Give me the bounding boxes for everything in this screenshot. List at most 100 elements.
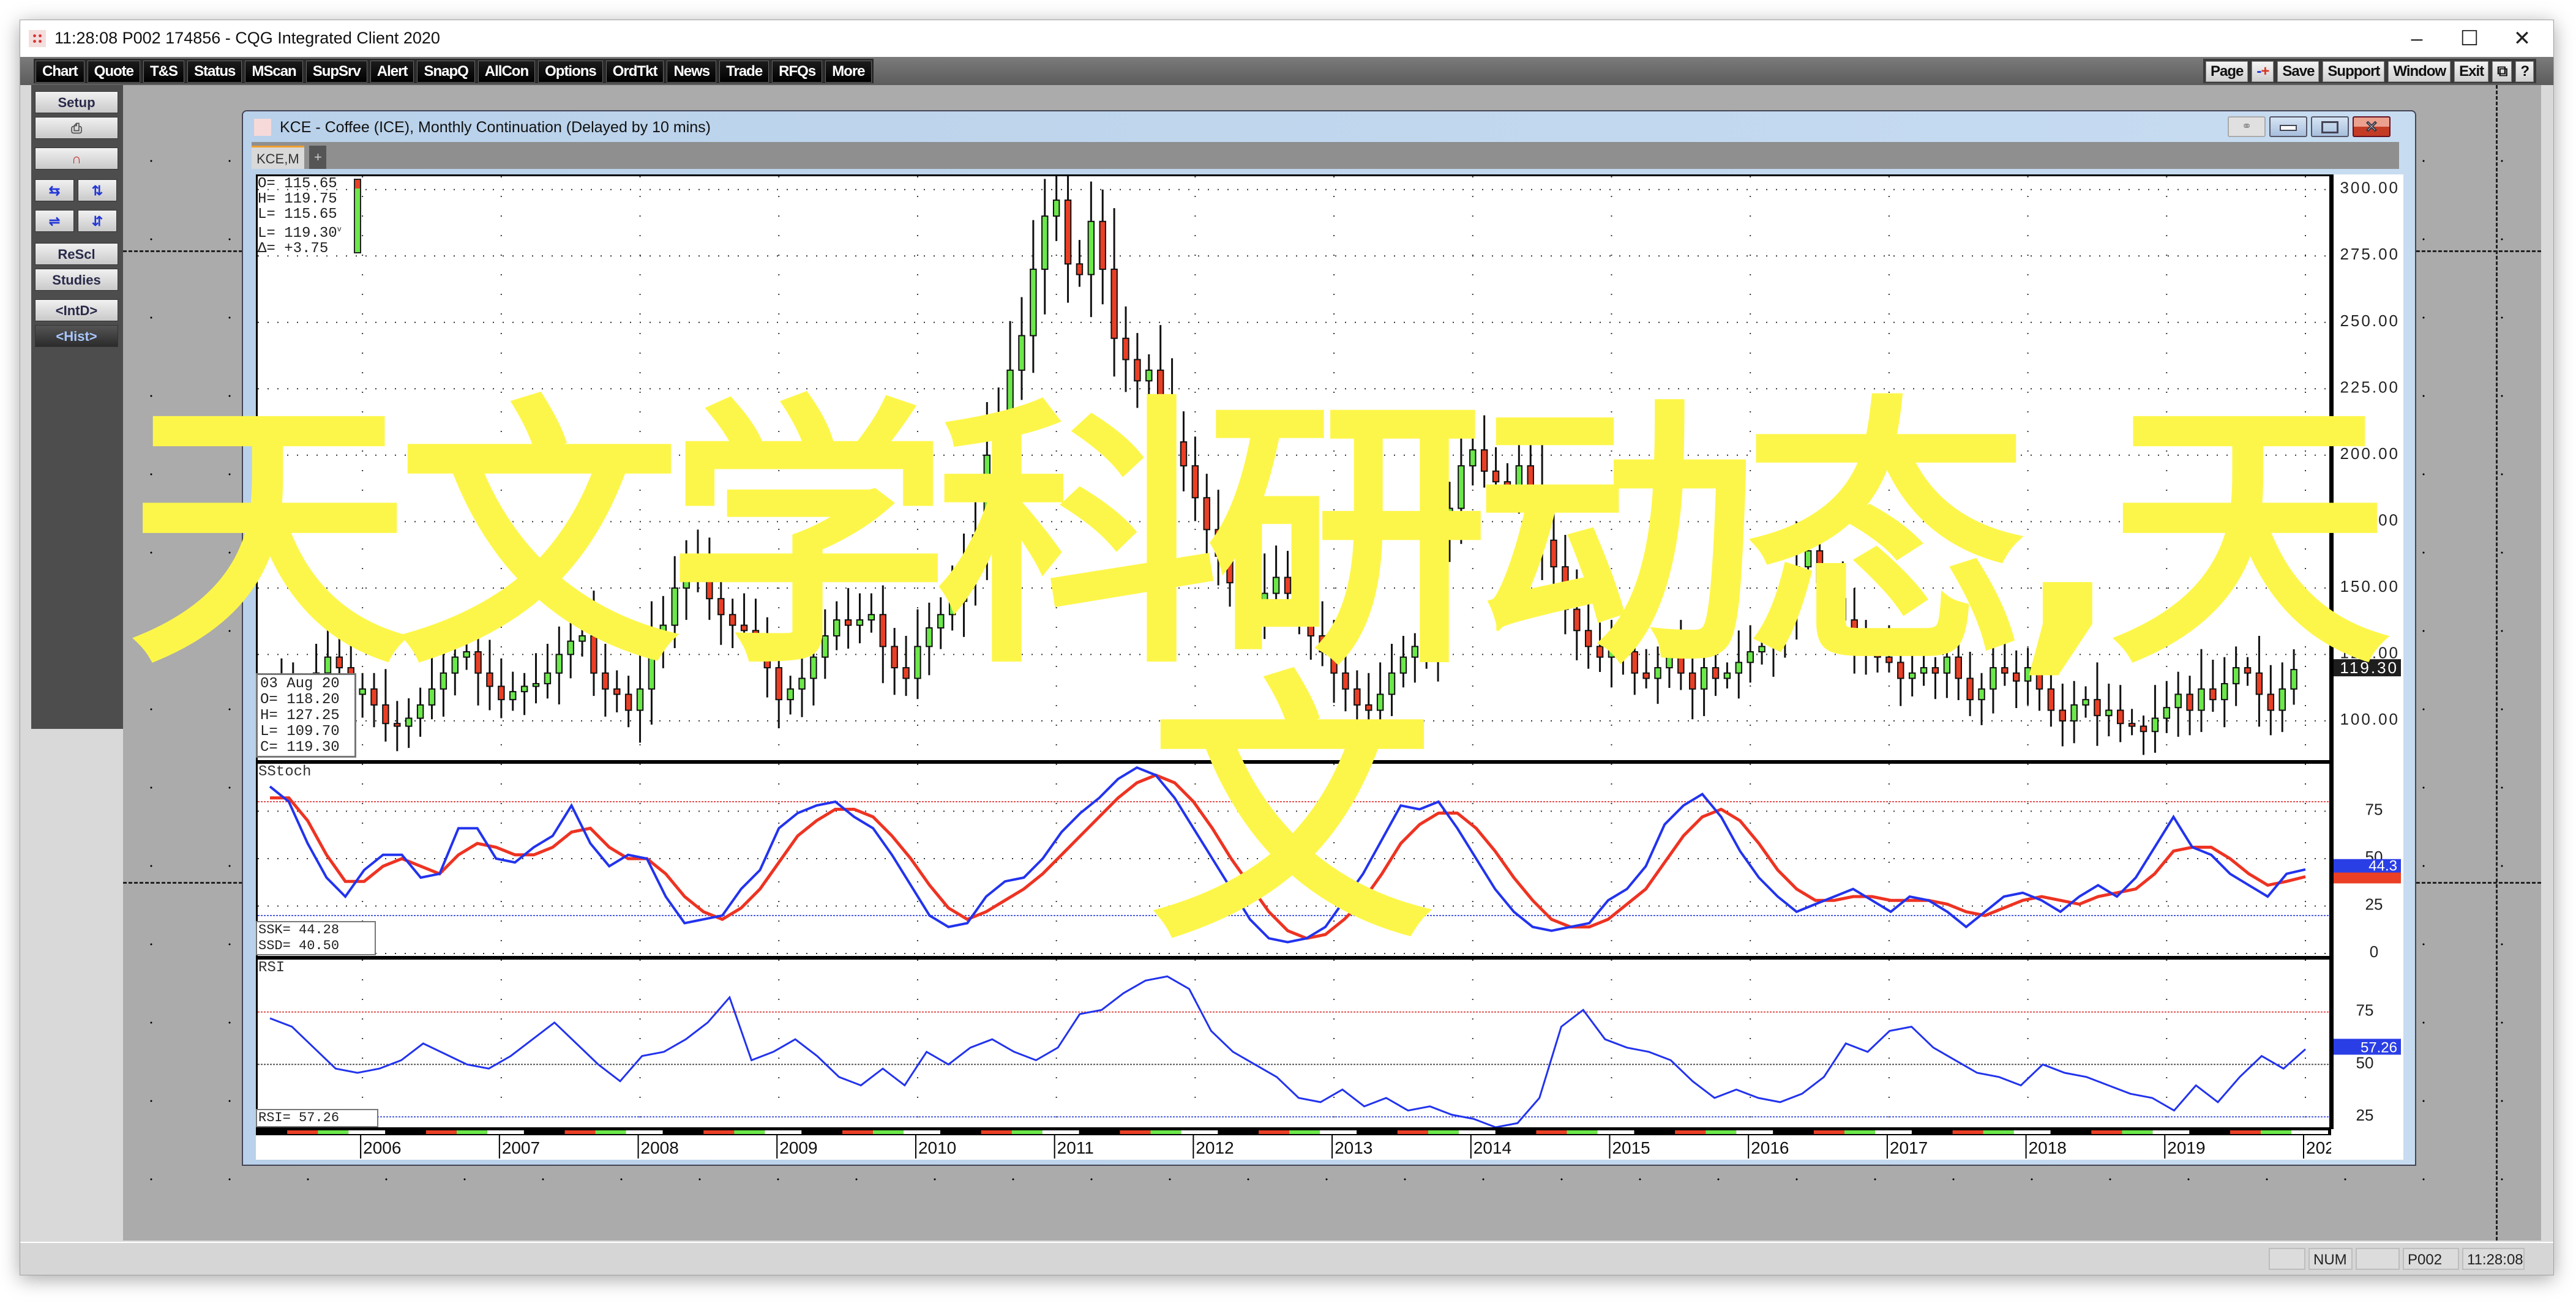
candle — [1203, 474, 1210, 567]
candle — [1804, 524, 1812, 581]
toolbar-more-button[interactable]: More — [825, 61, 872, 83]
date-axis[interactable]: 2006 2007 2008 2009 2010 2011 2012 2013 2014 2015… — [256, 1129, 2344, 1160]
candle — [1688, 641, 1696, 720]
candle — [1284, 551, 1292, 624]
toolbar-status-button[interactable]: Status — [187, 61, 242, 83]
candle-body-up — [2221, 683, 2228, 701]
year-season-red — [1675, 1130, 1706, 1134]
restore-icon[interactable]: ⧉ — [2492, 61, 2512, 82]
candle — [1434, 458, 1442, 682]
candle — [1654, 646, 1661, 704]
candle — [2198, 649, 2205, 733]
date-svg: 2006 2007 2008 2009 2010 2011 2012 2013 2014 2015… — [256, 1129, 2344, 1159]
candle — [902, 635, 910, 696]
candle-body-up — [995, 414, 1002, 456]
toolbar-allcon-button[interactable]: AllCon — [477, 61, 536, 83]
link-button[interactable]: ⚭ — [2228, 116, 2266, 137]
toolbar-mscan-button[interactable]: MScan — [245, 61, 303, 83]
candle-body-up — [1087, 220, 1095, 275]
candle — [648, 601, 656, 725]
toolbar-chart-button[interactable]: Chart — [36, 61, 84, 83]
candle — [1781, 569, 1789, 658]
toolbar-supsrv-button[interactable]: SupSrv — [305, 61, 367, 83]
window-button[interactable]: Window — [2388, 61, 2451, 82]
candle — [555, 626, 563, 704]
rescale-button[interactable]: ReScl — [35, 243, 118, 265]
candle — [1608, 619, 1616, 688]
year-season-green — [595, 1130, 626, 1134]
candle-body-up — [1399, 656, 1407, 674]
zoom-minus-plus-button[interactable]: -+ — [2252, 61, 2274, 82]
candle-body-down — [2059, 709, 2066, 722]
year-label: 2007 — [502, 1138, 540, 1157]
candle-body-down — [1238, 582, 1245, 594]
toolbar-news-button[interactable]: News — [667, 61, 717, 83]
candle — [509, 671, 517, 711]
magnet-button[interactable]: ∩ — [35, 147, 118, 170]
candle-body-down — [1503, 481, 1511, 493]
candle — [1238, 561, 1245, 606]
candle — [798, 646, 806, 717]
exit-button[interactable]: Exit — [2454, 61, 2489, 82]
candle-body-down — [1295, 592, 1303, 610]
toolbar-trade-button[interactable]: Trade — [719, 61, 769, 83]
support-button[interactable]: Support — [2323, 61, 2385, 82]
studies-button[interactable]: Studies — [35, 269, 118, 291]
horizontal-arrows-icon: ⇆ — [48, 183, 61, 198]
candle — [914, 609, 921, 700]
chart-plot-area[interactable] — [256, 174, 2331, 1129]
candle — [775, 638, 782, 729]
candle-body-up — [2198, 688, 2205, 711]
chart-close-button[interactable]: ✕ — [2353, 116, 2391, 137]
expand-vertical-button[interactable]: ⇵ — [78, 210, 117, 232]
compress-horizontal-button[interactable]: ⇆ — [35, 179, 74, 201]
setup-button[interactable]: Setup — [35, 91, 118, 113]
close-button[interactable]: ✕ — [2501, 25, 2544, 52]
candle-body-down — [1931, 667, 1939, 674]
axis-svg: 300.00 275.00 250.00 225.00 200.00 175.00 150.… — [2331, 174, 2401, 1129]
price-tick-label: 300.00 — [2340, 179, 2400, 197]
quote-box: O= 115.65 H= 119.75 L= 115.65 L= 119.30v… — [258, 176, 342, 256]
candle-body-up — [2163, 707, 2171, 719]
chart-minimize-button[interactable] — [2269, 116, 2307, 137]
compress-vertical-button[interactable]: ⇅ — [78, 179, 117, 201]
candle — [1480, 415, 1488, 488]
candle-body-up — [2070, 704, 2078, 722]
save-button[interactable]: Save — [2277, 61, 2320, 82]
history-button[interactable]: <Hist> — [35, 325, 118, 347]
candle — [891, 627, 898, 695]
intraday-button[interactable]: <IntD> — [35, 299, 118, 321]
toolbar-ts-button[interactable]: T&S — [143, 61, 184, 83]
candle — [1458, 434, 1465, 544]
quote-low: L= 115.65 — [258, 206, 337, 223]
candle — [1018, 297, 1025, 400]
maximize-button[interactable]: ☐ — [2448, 25, 2491, 52]
toolbar-ordtkt-button[interactable]: OrdTkt — [605, 61, 664, 83]
toolbar-options-button[interactable]: Options — [538, 61, 603, 83]
year-season-white — [1874, 1130, 1912, 1134]
help-button[interactable]: ? — [2515, 61, 2534, 82]
add-tab-button[interactable]: + — [309, 146, 326, 169]
candle-body-down — [1480, 449, 1488, 472]
price-tick-label: 250.00 — [2340, 312, 2400, 330]
chart-restore-button[interactable] — [2311, 116, 2349, 137]
minimize-button[interactable]: – — [2395, 25, 2438, 52]
print-button[interactable]: ⎙ — [35, 117, 118, 139]
page-button[interactable]: Page — [2205, 61, 2248, 82]
price-axis[interactable]: 300.00 275.00 250.00 225.00 200.00 175.00 150.… — [2331, 174, 2403, 1160]
price-tick-label: 200.00 — [2340, 444, 2400, 463]
candle-body-up — [2174, 693, 2182, 709]
toolbar-alert-button[interactable]: Alert — [370, 61, 414, 83]
toolbar-quote-button[interactable]: Quote — [87, 61, 140, 83]
candle — [428, 652, 436, 720]
candle — [2035, 649, 2043, 711]
expand-horizontal-button[interactable]: ⇌ — [35, 210, 74, 232]
candle — [2105, 684, 2113, 737]
chart-window-title: KCE - Coffee (ICE), Monthly Continuation… — [280, 119, 711, 136]
toolbar-snapq-button[interactable]: SnapQ — [417, 61, 475, 83]
toolbar-rfqs-button[interactable]: RFQs — [772, 61, 823, 83]
tab-kce-m[interactable]: KCE,M — [252, 146, 304, 169]
candle-body-down — [1064, 200, 1072, 265]
candle — [1076, 240, 1084, 287]
year-season-green — [2261, 1130, 2291, 1134]
